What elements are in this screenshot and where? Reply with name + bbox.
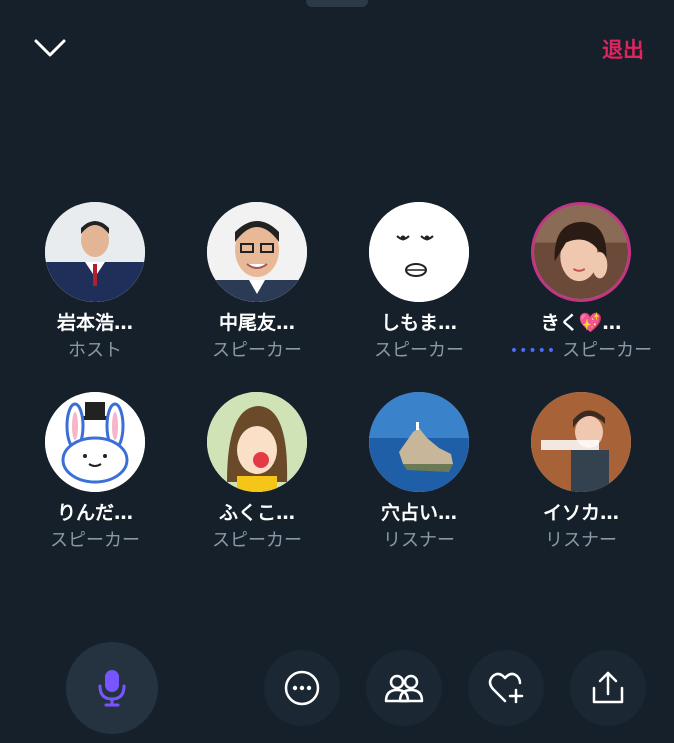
speaking-indicator-icon: •••••	[509, 343, 557, 359]
collapse-button[interactable]	[30, 30, 70, 66]
participant-listener[interactable]: 穴占い… リスナー	[338, 392, 500, 582]
participant-speaker[interactable]: 中尾友… スピーカー	[176, 202, 338, 392]
role-label: スピーカー	[562, 340, 653, 361]
more-button[interactable]	[264, 650, 340, 726]
participants-button[interactable]	[366, 650, 442, 726]
participant-role: リスナー	[545, 530, 617, 552]
participant-name: イソカ…	[542, 502, 619, 524]
microphone-button[interactable]	[66, 642, 158, 734]
role-label: スピーカー	[374, 340, 464, 361]
participant-host[interactable]: 岩本浩… ホスト	[14, 202, 176, 392]
participant-row: 岩本浩… ホスト 中尾友… スピーカー しもま… スピーカー きく💖… ••••…	[14, 202, 662, 392]
participant-speaker[interactable]: りんだ… スピーカー	[14, 392, 176, 582]
participant-listener[interactable]: イソカ… リスナー	[500, 392, 662, 582]
control-bar	[0, 640, 674, 740]
more-icon	[284, 670, 320, 706]
role-label: ホスト	[68, 340, 122, 361]
microphone-icon	[98, 670, 126, 707]
participant-name: りんだ…	[56, 502, 133, 524]
participant-role: ••••• スピーカー	[510, 340, 652, 362]
avatar	[207, 392, 307, 492]
participant-speaker-active[interactable]: きく💖… ••••• スピーカー	[500, 202, 662, 392]
sheet-grabber[interactable]	[306, 0, 368, 7]
participant-name: 穴占い…	[380, 502, 457, 524]
avatar	[531, 392, 631, 492]
leave-button[interactable]: 退出	[602, 34, 644, 64]
avatar	[45, 202, 145, 302]
heart-plus-icon	[488, 672, 524, 704]
share-button[interactable]	[570, 650, 646, 726]
like-button[interactable]	[468, 650, 544, 726]
chevron-down-icon	[34, 39, 66, 57]
participant-name: きく💖…	[540, 312, 622, 334]
share-icon	[592, 671, 624, 704]
participant-name: ふくこ…	[218, 502, 295, 524]
role-label: リスナー	[545, 530, 617, 551]
participant-role: スピーカー	[212, 340, 302, 362]
participant-name: 中尾友…	[218, 312, 295, 334]
avatar	[45, 392, 145, 492]
role-label: スピーカー	[212, 530, 302, 551]
participant-name: しもま…	[380, 312, 457, 334]
role-label: リスナー	[383, 530, 455, 551]
participant-role: スピーカー	[50, 530, 140, 552]
people-icon	[384, 674, 424, 703]
avatar	[207, 202, 307, 302]
avatar	[531, 202, 631, 302]
participant-role: スピーカー	[374, 340, 464, 362]
participant-row: りんだ… スピーカー ふくこ… スピーカー 穴占い… リスナー イソカ… リスナ…	[14, 392, 662, 582]
participant-speaker[interactable]: しもま… スピーカー	[338, 202, 500, 392]
participant-role: リスナー	[383, 530, 455, 552]
participant-grid: 岩本浩… ホスト 中尾友… スピーカー しもま… スピーカー きく💖… ••••…	[14, 202, 662, 582]
participant-role: ホスト	[68, 340, 122, 362]
participant-speaker[interactable]: ふくこ… スピーカー	[176, 392, 338, 582]
participant-role: スピーカー	[212, 530, 302, 552]
role-label: スピーカー	[50, 530, 140, 551]
participant-name: 岩本浩…	[56, 312, 133, 334]
avatar	[369, 392, 469, 492]
role-label: スピーカー	[212, 340, 302, 361]
avatar	[369, 202, 469, 302]
